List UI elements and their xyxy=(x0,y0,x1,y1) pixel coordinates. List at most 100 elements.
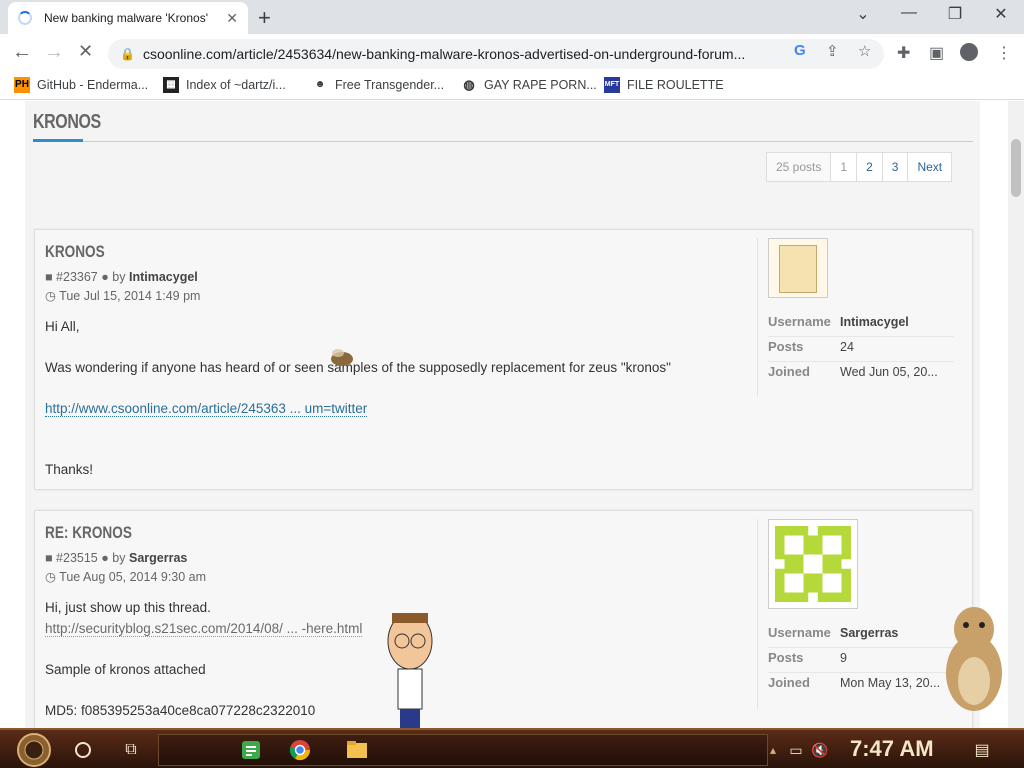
post-text: Hi All, xyxy=(45,319,80,334)
back-button[interactable]: ← xyxy=(12,41,32,64)
post-text: MD5: f085395253a40ce8ca077228c2322010 xyxy=(45,703,316,718)
hank-hill-icon xyxy=(387,612,433,728)
bookmark-star-icon[interactable]: ☆ xyxy=(858,42,871,60)
bookmark-gay-rape[interactable]: ◍ GAY RAPE PORN... xyxy=(461,77,596,93)
page-2-link[interactable]: 2 xyxy=(856,152,883,182)
identicon-icon xyxy=(775,526,851,602)
bookmark-file-roulette[interactable]: MFT FILE ROULETTE xyxy=(604,77,724,93)
scrollbar-thumb[interactable] xyxy=(1011,139,1021,197)
profile-posts: 24 xyxy=(840,340,854,354)
username-label: Username xyxy=(768,314,831,329)
avatar[interactable] xyxy=(768,238,828,298)
bookmark-free-transgender[interactable]: ☻ Free Transgender... xyxy=(312,77,444,93)
forum-topic-title: KRONOS xyxy=(33,111,101,133)
post-link[interactable]: http://securityblog.s21sec.com/2014/08/ … xyxy=(45,621,363,637)
chrome-icon xyxy=(289,740,311,761)
post-date: Tue Aug 05, 2014 9:30 am xyxy=(59,570,207,584)
post-author-line: ■ #23367 ● by Intimacygel xyxy=(45,270,198,284)
network-icon: ▭ xyxy=(789,741,803,758)
minimize-button[interactable]: — xyxy=(889,4,929,22)
post-date: Tue Jul 15, 2014 1:49 pm xyxy=(59,289,201,303)
post-text: Thanks! xyxy=(45,462,94,477)
url-text[interactable]: csoonline.com/article/2453634/new-bankin… xyxy=(143,46,783,62)
post-id[interactable]: #23515 xyxy=(56,551,98,565)
bookmark-label: Index of ~dartz/i... xyxy=(186,78,286,92)
forum-post: KRONOS ■ #23367 ● by Intimacygel ◷ Tue J… xyxy=(34,229,973,490)
page-3-link[interactable]: 3 xyxy=(881,152,909,182)
profile-username[interactable]: Sargerras xyxy=(840,626,898,640)
cortana-button[interactable] xyxy=(70,735,96,765)
restore-button[interactable]: ❐ xyxy=(935,4,975,24)
volume-tray[interactable]: 🔇 xyxy=(810,735,830,765)
page-1-link[interactable]: 1 xyxy=(830,152,858,182)
clock-icon: ◷ xyxy=(45,570,56,584)
username-label: Username xyxy=(768,625,831,640)
taskbar-app-explorer[interactable] xyxy=(344,735,370,765)
bookmark-github[interactable]: PH GitHub - Enderma... xyxy=(14,77,148,93)
taskbar: ⧉ ▴ ▭ 🔇 7:47 AM ▤ xyxy=(0,728,1024,768)
by-label: by xyxy=(112,270,126,284)
bookmarks-bar: PH GitHub - Enderma... ▦ Index of ~dartz… xyxy=(0,72,1024,100)
volume-muted-icon: 🔇 xyxy=(811,741,829,758)
post-link[interactable]: http://www.csoonline.com/article/245363 … xyxy=(45,401,368,417)
clock-icon: ◷ xyxy=(45,289,56,303)
lock-icon[interactable]: 🔒 xyxy=(120,47,135,61)
side-panel-icon[interactable]: ▣ xyxy=(929,43,944,63)
profile-username[interactable]: Intimacygel xyxy=(840,315,909,329)
page-scrollbar[interactable] xyxy=(1008,101,1024,728)
taskbar-app-chrome[interactable] xyxy=(287,735,313,765)
ph-icon: PH xyxy=(14,77,30,93)
green-notes-icon xyxy=(242,741,260,759)
address-bar[interactable]: 🔒 csoonline.com/article/2453634/new-bank… xyxy=(108,39,884,69)
next-page-link[interactable]: Next xyxy=(907,152,953,182)
close-tab-icon[interactable]: ✕ xyxy=(226,10,238,27)
network-tray[interactable]: ▭ xyxy=(786,735,806,765)
divider xyxy=(768,336,954,337)
close-window-button[interactable]: ✕ xyxy=(981,4,1021,24)
taskbar-app-spotify[interactable] xyxy=(238,735,264,765)
forum-post: RE: KRONOS ■ #23515 ● by Sargerras ◷ Tue… xyxy=(34,510,973,728)
bookmark-icon: ■ xyxy=(45,551,53,565)
globe-icon: ◍ xyxy=(463,77,475,92)
joined-label: Joined xyxy=(768,364,810,379)
tab-search-icon[interactable]: ⌄ xyxy=(843,4,883,24)
chevron-up-icon: ▴ xyxy=(769,743,777,757)
share-icon[interactable]: ⇪ xyxy=(826,42,839,60)
taskbar-clock[interactable]: 7:47 AM xyxy=(850,736,934,762)
profile-posts: 9 xyxy=(840,651,847,665)
folder-icon xyxy=(347,741,367,758)
notifications-button[interactable]: ▤ xyxy=(970,735,994,765)
menu-icon[interactable]: ⋮ xyxy=(996,43,1012,63)
post-title[interactable]: RE: KRONOS xyxy=(45,523,132,543)
post-date-line: ◷ Tue Jul 15, 2014 1:49 pm xyxy=(45,288,200,303)
extensions-icon[interactable]: ✚ xyxy=(897,43,910,63)
bee-icon xyxy=(331,349,353,366)
google-lens-icon[interactable]: G xyxy=(794,42,806,59)
divider xyxy=(768,647,954,648)
avatar[interactable] xyxy=(768,519,858,609)
mft-icon: MFT xyxy=(604,77,620,93)
post-id[interactable]: #23367 xyxy=(56,270,98,284)
posts-label: Posts xyxy=(768,339,804,354)
loading-spinner-icon xyxy=(18,11,32,25)
task-view-button[interactable]: ⧉ xyxy=(118,735,144,765)
bookmark-index-dartz[interactable]: ▦ Index of ~dartz/i... xyxy=(163,77,286,93)
show-hidden-icons[interactable]: ▴ xyxy=(766,735,780,765)
post-author[interactable]: Intimacygel xyxy=(129,270,198,284)
forward-button[interactable]: → xyxy=(44,41,64,64)
new-tab-button[interactable]: + xyxy=(258,5,271,31)
start-button[interactable] xyxy=(12,732,56,768)
bookmark-label: FILE ROULETTE xyxy=(627,78,724,92)
stop-loading-button[interactable]: ✕ xyxy=(78,41,93,62)
title-divider xyxy=(33,141,973,142)
title-accent xyxy=(33,139,83,142)
qr-icon: ▦ xyxy=(163,77,179,93)
bookmark-label: Free Transgender... xyxy=(335,78,445,92)
profile-avatar-icon[interactable] xyxy=(960,43,978,61)
post-author[interactable]: Sargerras xyxy=(129,551,187,565)
post-author-line: ■ #23515 ● by Sargerras xyxy=(45,551,187,565)
groundhog-mascot xyxy=(940,603,1008,713)
post-title[interactable]: KRONOS xyxy=(45,242,105,262)
by-label: by xyxy=(112,551,126,565)
active-tab[interactable]: New banking malware 'Kronos' ✕ xyxy=(8,2,248,34)
